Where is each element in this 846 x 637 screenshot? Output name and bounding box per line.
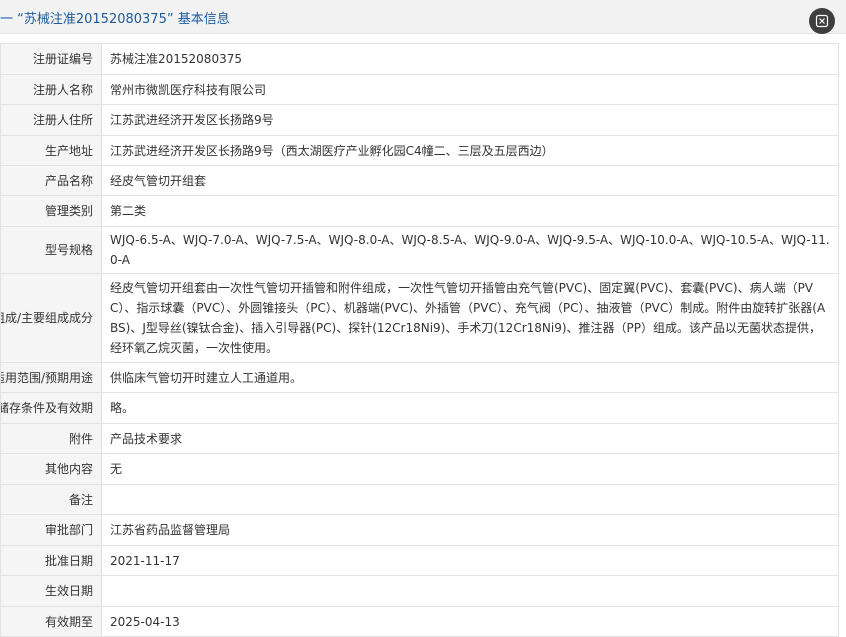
row-value: 苏械注准20152080375: [101, 43, 839, 75]
table-row: 适用范围/预期用途 供临床气管切开时建立人工通道用。: [0, 362, 839, 393]
table-row: 生产地址 江苏武进经济开发区长扬路9号（西太湖医疗产业孵化园C4幢二、三层及五层…: [0, 135, 839, 166]
row-value: 供临床气管切开时建立人工通道用。: [101, 362, 839, 393]
close-icon: [815, 14, 829, 28]
table-row: 型号规格 WJQ-6.5-A、WJQ-7.0-A、WJQ-7.5-A、WJQ-8…: [0, 226, 839, 274]
table-row: 其他内容 无: [0, 453, 839, 485]
row-value: 产品技术要求: [101, 423, 839, 454]
row-value: WJQ-6.5-A、WJQ-7.0-A、WJQ-7.5-A、WJQ-8.0-A、…: [101, 226, 839, 274]
table-row: 产品名称 经皮气管切开组套: [0, 165, 839, 196]
row-label: 生产地址: [0, 135, 102, 166]
table-row: 注册人名称 常州市微凯医疗科技有限公司: [0, 74, 839, 105]
row-value: [101, 484, 839, 515]
row-label: 注册证编号: [0, 43, 102, 75]
row-value: 2021-11-17: [101, 545, 839, 576]
row-value: 无: [101, 453, 839, 485]
row-value: 江苏武进经济开发区长扬路9号: [101, 104, 839, 136]
row-value: 第二类: [101, 195, 839, 227]
row-value: 2025-04-13: [101, 606, 839, 637]
row-label: 注册人名称: [0, 74, 102, 105]
close-button[interactable]: [809, 8, 835, 34]
row-value: 经皮气管切开组套由一次性气管切开插管和附件组成，一次性气管切开插管由充气管(PV…: [101, 273, 839, 363]
row-label: 有效期至: [0, 606, 102, 637]
table-row: 生效日期: [0, 575, 839, 607]
row-label: 审批部门: [0, 514, 102, 546]
row-value: 略。: [101, 392, 839, 424]
table-row: 有效期至 2025-04-13: [0, 606, 839, 637]
row-label: 产品名称: [0, 165, 102, 196]
table-row: 产品储存条件及有效期 略。: [0, 392, 839, 424]
row-label: 型号规格: [0, 226, 102, 274]
row-label: 管理类别: [0, 195, 102, 227]
row-label: 其他内容: [0, 453, 102, 485]
row-label: 批准日期: [0, 545, 102, 576]
row-label: 产品储存条件及有效期: [0, 392, 102, 424]
table-row: 结构及组成/主要组成成分 经皮气管切开组套由一次性气管切开插管和附件组成，一次性…: [0, 273, 839, 363]
row-value: 常州市微凯医疗科技有限公司: [101, 74, 839, 105]
table-row: 附件 产品技术要求: [0, 423, 839, 454]
row-value: 经皮气管切开组套: [101, 165, 839, 196]
row-label: 适用范围/预期用途: [0, 362, 102, 393]
row-value: 江苏武进经济开发区长扬路9号（西太湖医疗产业孵化园C4幢二、三层及五层西边）: [101, 135, 839, 166]
row-label: 附件: [0, 423, 102, 454]
table-row: 审批部门 江苏省药品监督管理局: [0, 514, 839, 546]
table-row: 备注: [0, 484, 839, 515]
row-label: 生效日期: [0, 575, 102, 607]
dialog-header: 一 “苏械注准20152080375” 基本信息: [0, 0, 846, 34]
table-row: 注册证编号 苏械注准20152080375: [0, 43, 839, 75]
info-table: 注册证编号 苏械注准20152080375 注册人名称 常州市微凯医疗科技有限公…: [0, 43, 839, 637]
row-label: 结构及组成/主要组成成分: [0, 273, 102, 363]
table-row: 注册人住所 江苏武进经济开发区长扬路9号: [0, 104, 839, 136]
dialog-title: 一 “苏械注准20152080375” 基本信息: [0, 12, 230, 27]
row-value: 江苏省药品监督管理局: [101, 514, 839, 546]
row-value: [101, 575, 839, 607]
table-row: 批准日期 2021-11-17: [0, 545, 839, 576]
row-label: 注册人住所: [0, 104, 102, 136]
table-row: 管理类别 第二类: [0, 195, 839, 227]
row-label: 备注: [0, 484, 102, 515]
